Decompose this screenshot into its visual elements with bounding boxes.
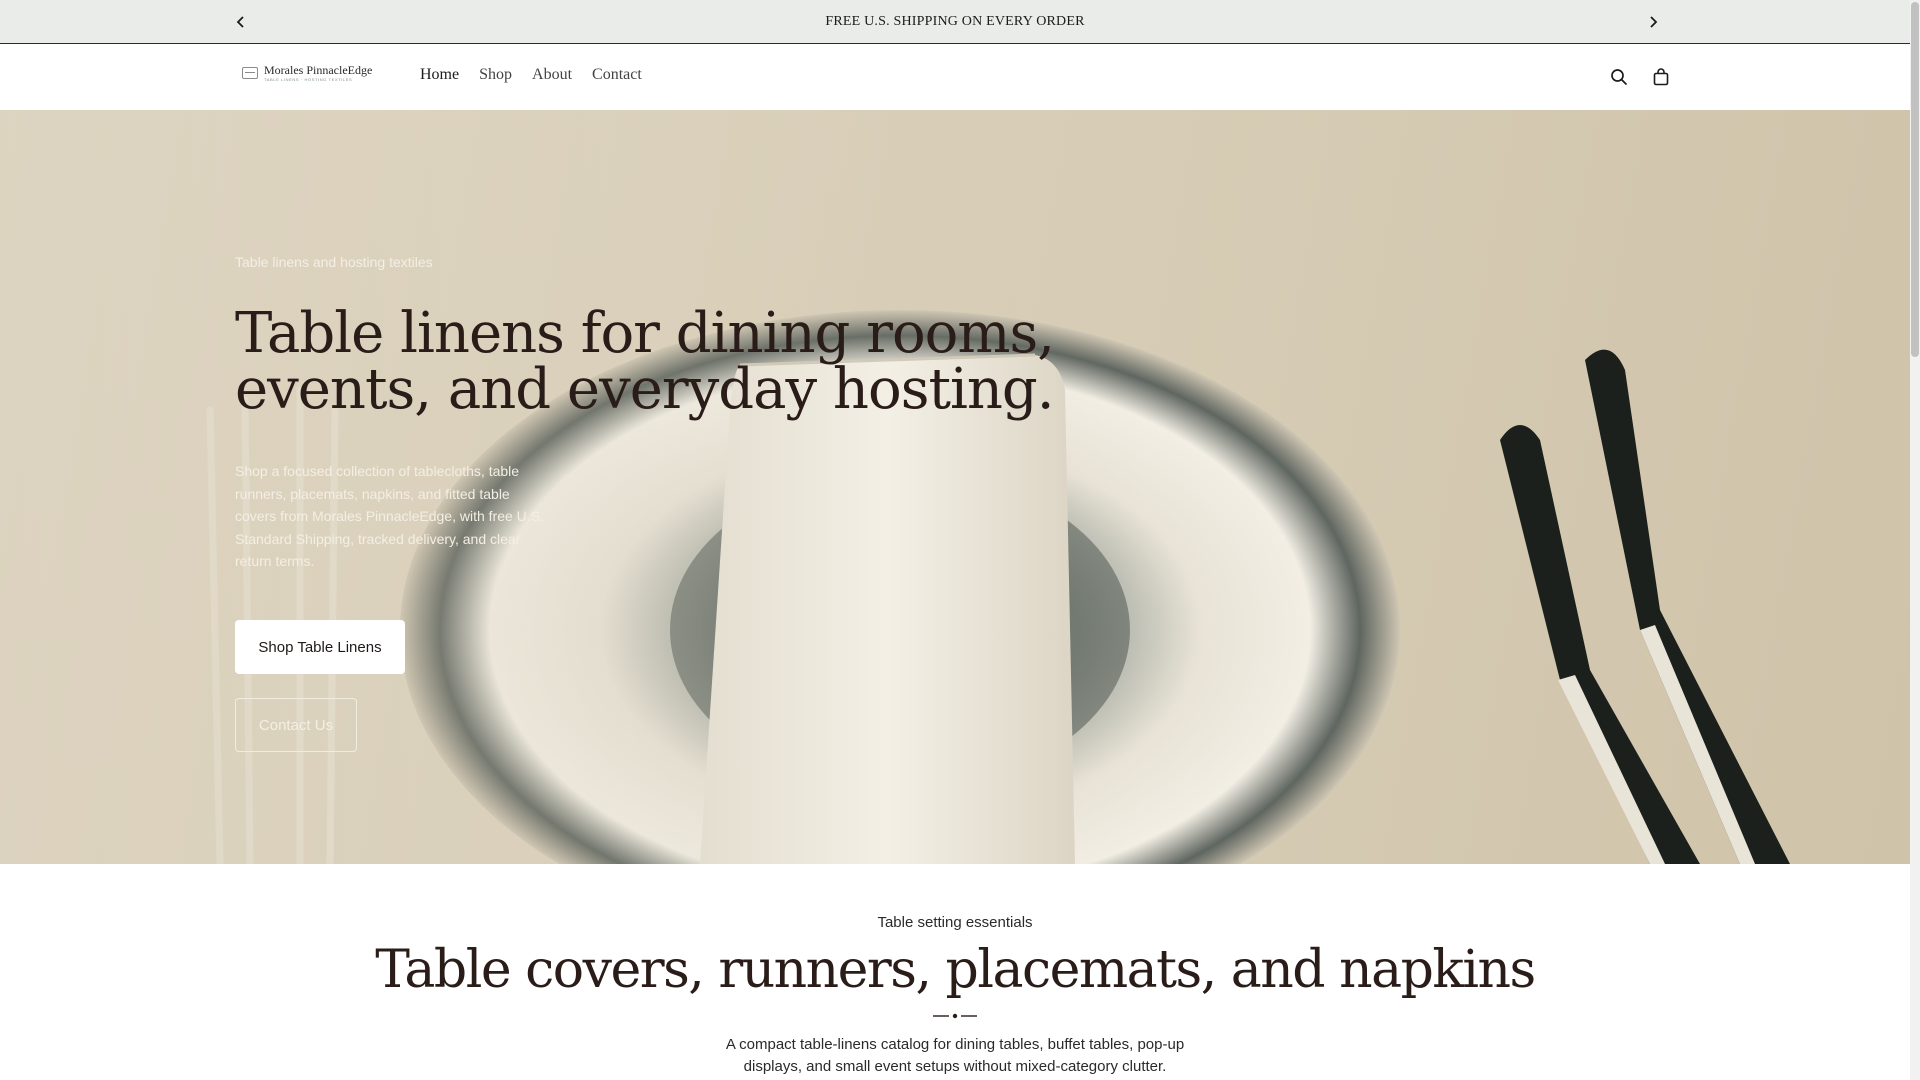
nav-shop[interactable]: Shop <box>479 66 512 84</box>
site-logo[interactable]: Morales PinnacleEdge TABLE LINENS · HOST… <box>242 64 372 82</box>
main-nav: Home Shop About Contact <box>420 66 642 84</box>
section-eyebrow: Table setting essentials <box>877 914 1033 931</box>
logo-tagline: TABLE LINENS · HOSTING TEXTILES <box>264 77 353 82</box>
hero-description: Shop a focused collection of tablecloths… <box>235 463 544 569</box>
announcement-next-button[interactable] <box>1642 11 1664 33</box>
section-description: A compact table-linens catalog for dinin… <box>725 1036 1185 1075</box>
logo-name: Morales PinnacleEdge <box>264 63 373 77</box>
nav-about[interactable]: About <box>532 66 572 84</box>
search-button[interactable] <box>1608 66 1630 88</box>
shopping-bag-icon <box>1653 68 1669 86</box>
decorative-divider <box>933 1013 977 1019</box>
nav-contact[interactable]: Contact <box>592 66 642 84</box>
shop-table-linens-button[interactable]: Shop Table Linens <box>235 620 405 674</box>
chevron-right-icon <box>1650 16 1658 28</box>
logo-icon <box>242 67 258 79</box>
table-essentials-section: Table setting essentials Table covers, r… <box>0 864 1910 1080</box>
site-header: Morales PinnacleEdge TABLE LINENS · HOST… <box>0 44 1910 110</box>
announcement-text: FREE U.S. SHIPPING ON EVERY ORDER <box>825 13 1085 29</box>
announcement-prev-button[interactable] <box>230 11 252 33</box>
section-title: Table covers, runners, placemats, and na… <box>375 940 1536 1000</box>
hero-eyebrow: Table linens and hosting textiles <box>235 254 433 270</box>
contact-us-button[interactable]: Contact Us <box>235 698 357 752</box>
nav-home[interactable]: Home <box>420 66 459 84</box>
announcement-bar: FREE U.S. SHIPPING ON EVERY ORDER <box>0 0 1910 44</box>
scrollbar-thumb[interactable] <box>1911 2 1919 357</box>
cart-button[interactable] <box>1650 66 1672 88</box>
search-icon <box>1611 69 1627 85</box>
hero-banner: Table linens and hosting textiles Table … <box>0 110 1910 864</box>
hero-title: Table linens for dining rooms, events, a… <box>235 301 1055 422</box>
page-scrollbar[interactable] <box>1910 0 1920 1080</box>
chevron-left-icon <box>236 16 244 28</box>
